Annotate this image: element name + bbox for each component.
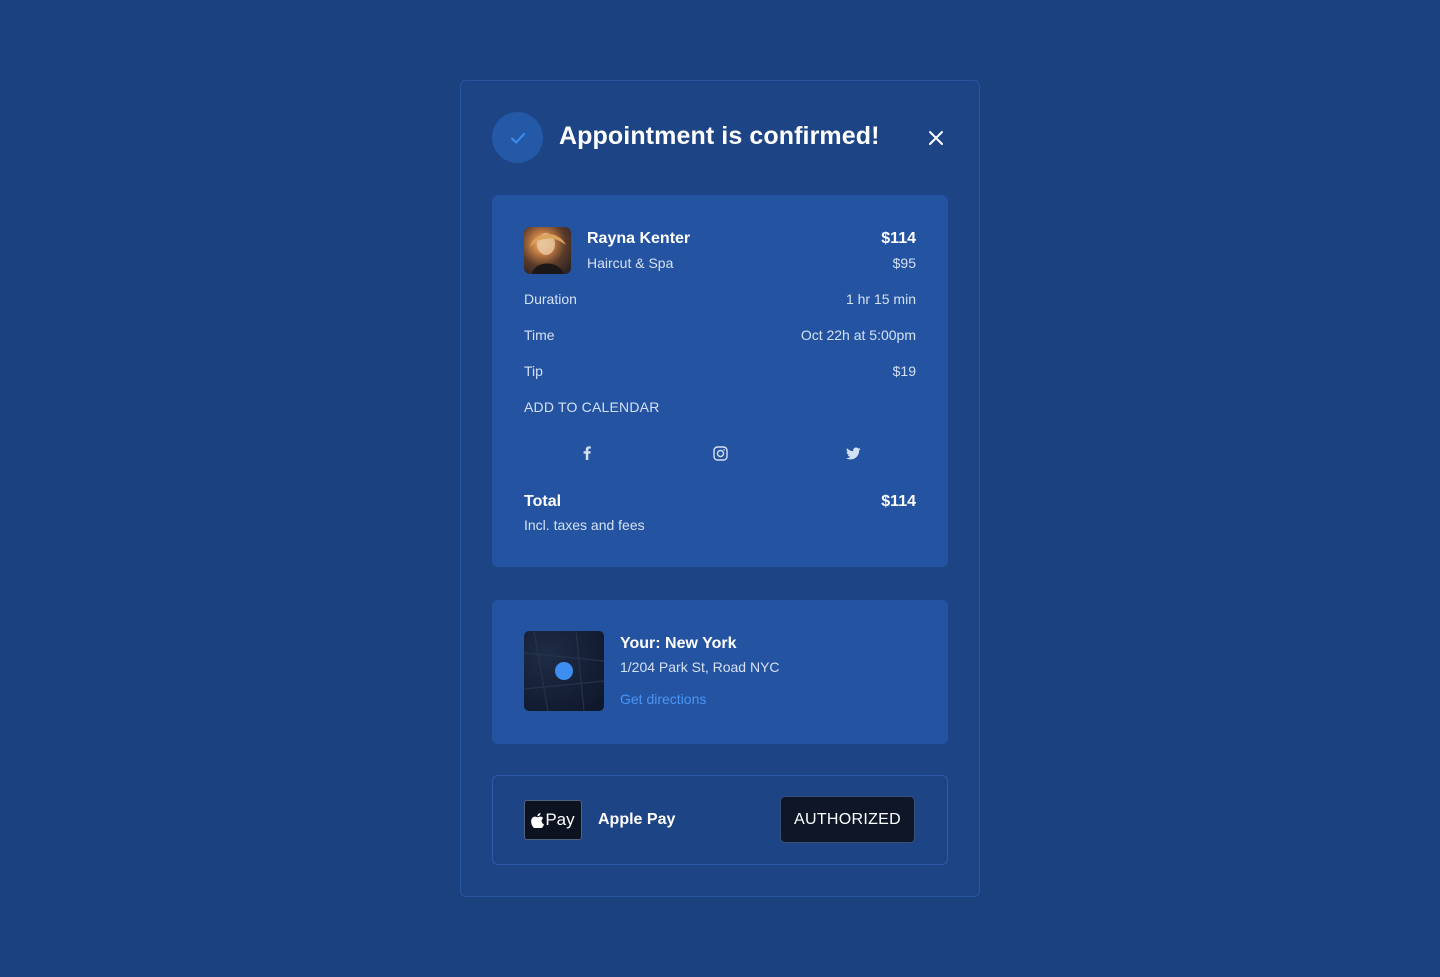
apple-icon: [531, 812, 545, 828]
modal-title: Appointment is confirmed!: [559, 122, 880, 150]
booking-details-card: Rayna Kenter Haircut & Spa $114 $95 Dura…: [492, 195, 948, 567]
location-card: Your: New York 1/204 Park St, Road NYC G…: [492, 600, 948, 744]
total-value: $114: [881, 493, 916, 510]
close-icon[interactable]: [922, 124, 950, 152]
instagram-icon[interactable]: [711, 444, 729, 462]
get-directions-link[interactable]: Get directions: [620, 691, 706, 707]
check-icon: [492, 112, 543, 163]
location-pin-icon: [555, 662, 573, 680]
add-to-calendar-link[interactable]: ADD TO CALENDAR: [524, 399, 660, 415]
detail-row-tip: Tip $19: [524, 363, 916, 383]
service-original-price: $95: [892, 255, 916, 271]
payment-method-label: Apple Pay: [598, 811, 676, 828]
service-price: $114: [881, 230, 916, 247]
apple-pay-logo: Pay: [524, 800, 582, 840]
stylist-name: Rayna Kenter: [587, 230, 691, 247]
authorized-button[interactable]: AUTHORIZED: [780, 796, 915, 843]
confirmation-modal: Appointment is confirmed! Rayna Kenter H…: [460, 80, 980, 897]
detail-label: Duration: [524, 291, 577, 307]
map-thumbnail: [524, 631, 604, 711]
detail-label: Time: [524, 327, 555, 343]
payment-section: Pay Apple Pay AUTHORIZED: [492, 775, 948, 865]
service-name: Haircut & Spa: [587, 255, 674, 271]
detail-row-time: Time Oct 22h at 5:00pm: [524, 327, 916, 347]
total-note: Incl. taxes and fees: [524, 517, 645, 533]
detail-value: Oct 22h at 5:00pm: [800, 327, 916, 343]
twitter-icon[interactable]: [844, 444, 862, 462]
apple-pay-logo-text: Pay: [545, 810, 575, 829]
location-address: 1/204 Park St, Road NYC: [620, 659, 780, 675]
location-title: Your: New York: [620, 635, 737, 652]
detail-value: 1 hr 15 min: [845, 291, 916, 307]
modal-header: Appointment is confirmed!: [492, 112, 950, 164]
avatar: [524, 227, 571, 274]
facebook-icon[interactable]: [578, 444, 596, 462]
total-label: Total: [524, 493, 562, 510]
detail-value: $19: [892, 363, 916, 379]
detail-label: Tip: [524, 363, 543, 379]
detail-row-duration: Duration 1 hr 15 min: [524, 291, 916, 311]
